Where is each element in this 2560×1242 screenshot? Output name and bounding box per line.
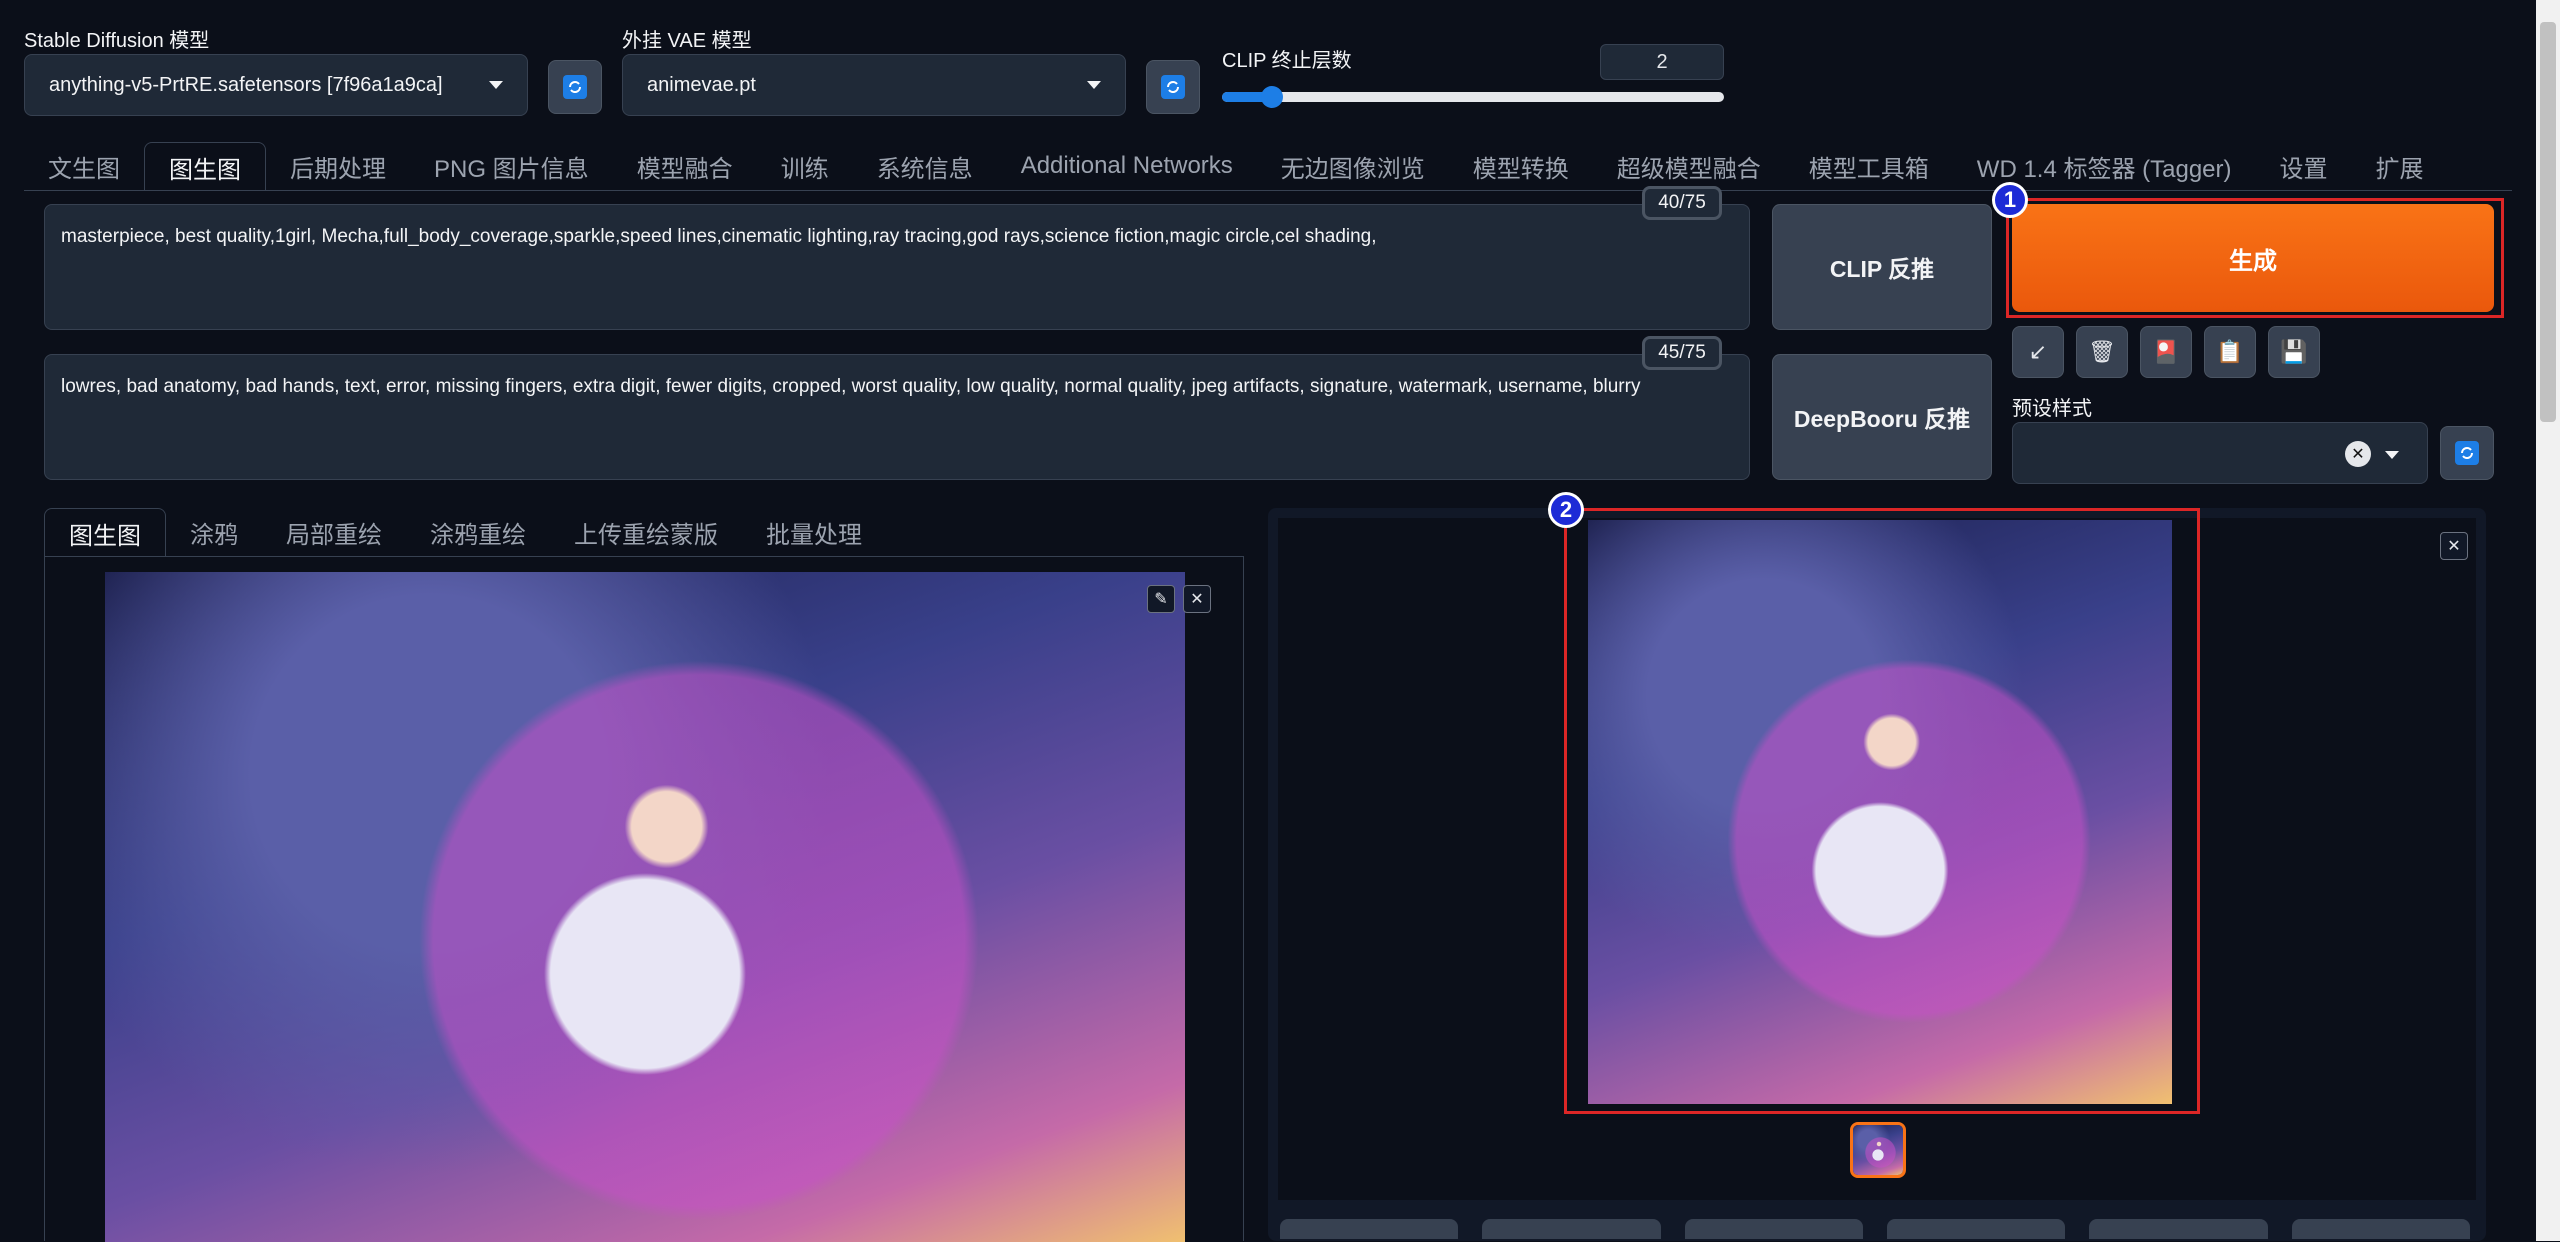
positive-prompt-textarea[interactable]: masterpiece, best quality,1girl, Mecha,f… [44,204,1750,330]
main-tab[interactable]: 图生图 [144,142,266,191]
send-action-button[interactable] [2089,1219,2268,1239]
output-image[interactable] [1588,520,2172,1104]
vae-model-dropdown[interactable]: animevae.pt [622,54,1126,116]
main-tab[interactable]: 后期处理 [266,142,410,190]
negative-prompt-textarea[interactable]: lowres, bad anatomy, bad hands, text, er… [44,354,1750,480]
main-tab[interactable]: 文生图 [24,142,144,190]
main-tab[interactable]: 训练 [757,142,853,190]
send-action-button[interactable] [1886,1219,2066,1239]
main-tab[interactable]: 模型转换 [1449,142,1593,190]
tab-divider [24,190,2512,191]
clip-skip-label: CLIP 终止层数 [1222,50,1352,72]
clip-skip-number-input[interactable]: 2 [1600,44,1724,80]
img2img-sub-tab[interactable]: 图生图 [44,508,166,557]
chevron-down-icon [1087,81,1101,89]
img2img-sub-tab[interactable]: 涂鸦 [166,508,262,556]
main-tab[interactable]: 模型融合 [613,142,757,190]
close-icon[interactable]: ✕ [2440,532,2468,560]
chevron-down-icon [2385,451,2399,459]
main-tab[interactable]: 扩展 [2352,142,2448,190]
vae-model-value: animevae.pt [647,73,756,96]
clear-icon[interactable]: ✕ [2345,441,2371,467]
main-tab[interactable]: Additional Networks [997,142,1257,190]
styles-dropdown[interactable]: ✕ [2012,422,2428,484]
annotation-badge-2: 2 [1548,492,1584,528]
output-thumbnail[interactable] [1850,1122,1906,1178]
main-tab[interactable]: PNG 图片信息 [410,142,613,190]
tool-button-row: ↙ 🗑 🎴 📋 💾 [2012,326,2320,378]
send-action-button[interactable] [1280,1219,1459,1239]
main-tab[interactable]: WD 1.4 标签器 (Tagger) [1953,142,2256,190]
sd-model-label: Stable Diffusion 模型 [24,30,210,52]
refresh-styles-button[interactable] [2440,426,2494,480]
annotation-badge-1: 1 [1992,182,2028,218]
main-tab[interactable]: 模型工具箱 [1785,142,1953,190]
chevron-down-icon [489,81,503,89]
send-action-button[interactable] [1482,1219,1661,1239]
img2img-sub-tab[interactable]: 局部重绘 [262,508,406,556]
save-icon[interactable]: 💾 [2268,326,2320,378]
arrow-down-left-icon[interactable]: ↙ [2012,326,2064,378]
negative-prompt-text: lowres, bad anatomy, bad hands, text, er… [61,376,1641,397]
scrollbar-track[interactable] [2536,0,2560,1241]
refresh-icon [1161,75,1185,99]
main-tab[interactable]: 超级模型融合 [1593,142,1785,190]
vae-model-label: 外挂 VAE 模型 [622,30,752,52]
main-tab[interactable]: 无边图像浏览 [1257,142,1449,190]
send-action-button[interactable] [2291,1219,2470,1239]
negative-token-counter: 45/75 [1642,336,1722,370]
generate-button[interactable]: 生成 [2012,204,2494,312]
gallery-action-buttons [1280,1219,2470,1241]
img2img-sub-tab[interactable]: 批量处理 [742,508,886,556]
clipboard-icon[interactable]: 📋 [2204,326,2256,378]
scrollbar-thumb[interactable] [2540,22,2556,422]
img2img-input-panel: ✎ ✕ [44,556,1244,1242]
sd-model-value: anything-v5-PrtRE.safetensors [7f96a1a9c… [49,73,443,96]
positive-token-counter: 40/75 [1642,186,1722,220]
img2img-sub-tab-bar: 图生图 涂鸦 局部重绘 涂鸦重绘 上传重绘蒙版 批量处理 [44,508,886,557]
deepbooru-interrogate-button[interactable]: DeepBooru 反推 [1772,354,1992,480]
styles-label: 预设样式 [2012,398,2092,420]
clip-interrogate-button[interactable]: CLIP 反推 [1772,204,1992,330]
close-icon[interactable]: ✕ [1183,585,1211,613]
main-tab[interactable]: 设置 [2256,142,2352,190]
img2img-sub-tab[interactable]: 上传重绘蒙版 [550,508,742,556]
edit-icon[interactable]: ✎ [1147,585,1175,613]
clip-skip-slider-thumb[interactable] [1261,86,1284,108]
main-tab[interactable]: 系统信息 [853,142,997,190]
output-gallery-panel: ✕ [1268,508,2486,1241]
clip-skip-slider-track[interactable] [1222,86,1724,108]
style-card-icon[interactable]: 🎴 [2140,326,2192,378]
sd-model-dropdown[interactable]: anything-v5-PrtRE.safetensors [7f96a1a9c… [24,54,528,116]
input-image[interactable] [105,572,1185,1242]
img2img-sub-tab[interactable]: 涂鸦重绘 [406,508,550,556]
refresh-icon [2455,441,2479,465]
refresh-vae-button[interactable] [1146,60,1200,114]
trash-icon[interactable]: 🗑 [2076,326,2128,378]
positive-prompt-text: masterpiece, best quality,1girl, Mecha,f… [61,226,1377,247]
refresh-icon [563,75,587,99]
refresh-sd-model-button[interactable] [548,60,602,114]
main-tab-bar: 文生图 图生图 后期处理 PNG 图片信息 模型融合 训练 系统信息 Additional N… [24,142,2448,191]
send-action-button[interactable] [1684,1219,1863,1239]
